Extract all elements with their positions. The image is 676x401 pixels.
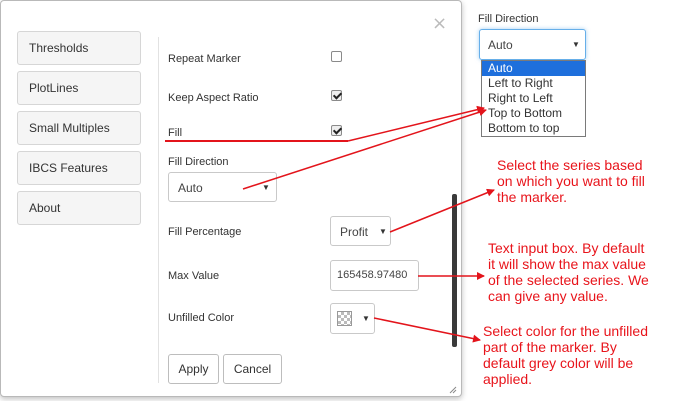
arrow-to-fill-percentage-note — [389, 188, 495, 233]
annotation-arrows — [242, 105, 495, 343]
arrow-to-dropdown — [347, 105, 485, 142]
arrow-fill-direction-to-dropdown — [242, 108, 487, 190]
arrow-to-unfilled-color-note — [373, 317, 481, 343]
